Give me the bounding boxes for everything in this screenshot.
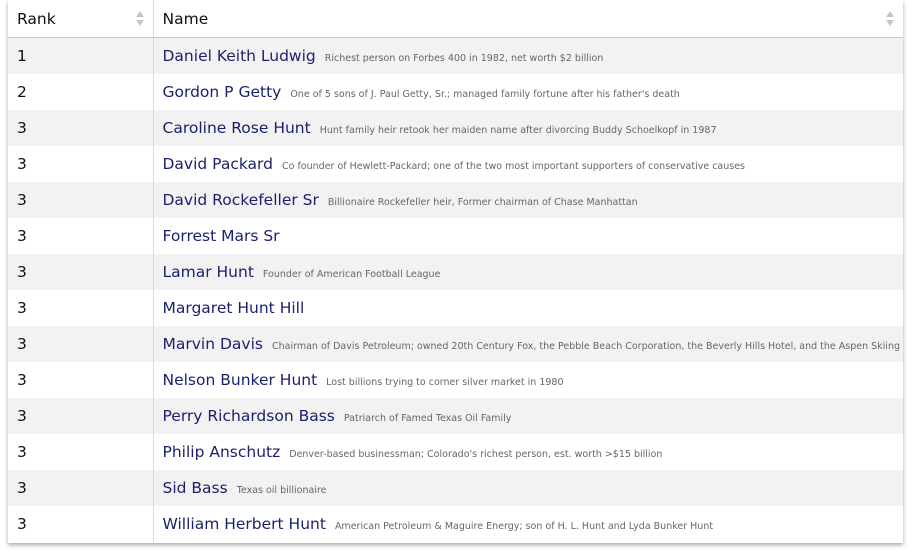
rank-cell: 3 — [8, 289, 154, 326]
rank-cell: 3 — [8, 181, 154, 218]
rank-cell: 3 — [8, 361, 154, 398]
name-cell: Lamar Hunt Founder of American Football L… — [153, 254, 903, 290]
rank-cell: 3 — [8, 469, 154, 506]
name-cell: David Packard Co founder of Hewlett-Packa… — [153, 146, 903, 182]
rank-cell: 1 — [8, 37, 154, 74]
person-name-link[interactable]: Caroline Rose Hunt — [163, 119, 311, 137]
name-column-header[interactable]: Name — [153, 0, 903, 38]
name-cell: Margaret Hunt Hill — [153, 290, 903, 326]
person-name-link[interactable]: Marvin Davis — [163, 335, 263, 353]
person-name-link[interactable]: Daniel Keith Ludwig — [163, 47, 316, 65]
name-cell: Daniel Keith Ludwig Richest person on For… — [153, 38, 903, 74]
person-description: One of 5 sons of J. Paul Getty, Sr.; man… — [290, 89, 680, 100]
rank-cell: 3 — [8, 217, 154, 254]
person-name-link[interactable]: Nelson Bunker Hunt — [163, 371, 318, 389]
sort-arrows-icon[interactable] — [886, 11, 894, 27]
person-name-link[interactable]: Forrest Mars Sr — [163, 227, 280, 245]
person-name-link[interactable]: William Herbert Hunt — [163, 515, 326, 533]
person-name-link[interactable]: Margaret Hunt Hill — [163, 299, 305, 317]
rank-header-label: Rank — [17, 9, 56, 28]
table-row: 3 Marvin Davis Chairman of Davis Petroleum… — [8, 325, 904, 362]
person-description: Richest person on Forbes 400 in 1982, ne… — [324, 53, 604, 65]
rank-cell: 3 — [8, 145, 154, 182]
rank-cell: 3 — [8, 505, 154, 542]
rank-cell: 3 — [8, 325, 154, 362]
name-cell: David Rockefeller Sr Billionaire Rockefel… — [153, 182, 903, 218]
name-cell: Sid Bass Texas oil billionaire — [153, 470, 903, 506]
person-name-link[interactable]: Perry Richardson Bass — [163, 407, 335, 425]
person-name-link[interactable]: David Rockefeller Sr — [163, 191, 319, 209]
sort-arrows-icon[interactable] — [135, 11, 144, 27]
name-cell: Perry Richardson Bass Patriarch of Famed … — [153, 398, 903, 434]
rank-cell: 3 — [8, 433, 154, 470]
table-row: 3 Lamar Hunt Founder of American Football … — [8, 253, 903, 290]
person-description: Patriarch of Famed Texas Oil Family — [343, 413, 512, 424]
person-description: Co founder of Hewlett-Packard; one of th… — [282, 161, 746, 172]
table-header: Rank Name — [8, 0, 903, 38]
table-row: 3 David Packard Co founder of Hewlett-Pack… — [8, 145, 903, 182]
table-row: 3 Sid Bass Texas oil billionaire — [8, 469, 903, 506]
table-row: 3 Perry Richardson Bass Patriarch of Famed… — [8, 397, 903, 434]
person-description: Chairman of Davis Petroleum; owned 20th … — [271, 341, 903, 352]
table-row: 3 Philip Anschutz Denver-based businessman… — [8, 433, 903, 470]
table-row: 3 Forrest Mars Sr — [8, 217, 903, 254]
table-row: 3 David Rockefeller Sr Billionaire Rockefe… — [8, 181, 903, 218]
name-cell: Marvin Davis Chairman of Davis Petroleum;… — [153, 326, 904, 362]
table-row: 3 William Herbert Hunt American Petroleum … — [8, 505, 903, 542]
rank-cell: 3 — [8, 253, 154, 290]
person-name-link[interactable]: David Packard — [163, 155, 274, 173]
table-row: 3 Margaret Hunt Hill — [8, 289, 903, 326]
name-header-label: Name — [162, 9, 209, 28]
rank-cell: 3 — [8, 397, 154, 434]
person-description: Hunt family heir retook her maiden name … — [319, 125, 717, 136]
table-row: 3 Caroline Rose Hunt Hunt family heir reto… — [8, 109, 903, 146]
ranking-table: Rank Name 1 Daniel Keith Ludwig Richest pe… — [8, 0, 903, 542]
ranking-table-container: Rank Name 1 Daniel Keith Ludwig Richest pe… — [8, 0, 903, 543]
name-cell: Caroline Rose Hunt Hunt family heir retoo… — [153, 110, 903, 146]
name-cell: Gordon P Getty One of 5 sons of J. Paul G… — [153, 74, 903, 110]
table-row: 2 Gordon P Getty One of 5 sons of J. Paul … — [8, 73, 903, 110]
name-cell: Forrest Mars Sr — [153, 218, 903, 254]
rank-cell: 3 — [8, 109, 154, 146]
person-description: Lost billions trying to corner silver ma… — [326, 377, 564, 388]
person-description: Billionaire Rockefeller heir, Former cha… — [327, 197, 638, 208]
person-description: Texas oil billionaire — [236, 485, 327, 496]
name-cell: Philip Anschutz Denver-based businessman;… — [153, 434, 903, 470]
person-name-link[interactable]: Philip Anschutz — [163, 443, 281, 461]
name-cell: Nelson Bunker Hunt Lost billions trying t… — [153, 362, 903, 398]
rank-cell: 2 — [8, 73, 154, 110]
table-row: 3 Nelson Bunker Hunt Lost billions trying … — [8, 361, 903, 398]
person-name-link[interactable]: Lamar Hunt — [163, 263, 254, 281]
rank-column-header[interactable]: Rank — [8, 0, 154, 38]
table-body: 1 Daniel Keith Ludwig Richest person on Fo… — [8, 37, 904, 542]
person-name-link[interactable]: Sid Bass — [163, 479, 228, 497]
person-description: American Petroleum & Maguire Energy; son… — [334, 521, 714, 532]
person-description: Founder of American Football League — [262, 269, 441, 280]
table-row: 1 Daniel Keith Ludwig Richest person on Fo… — [8, 37, 903, 74]
name-cell: William Herbert Hunt American Petroleum &… — [153, 506, 903, 542]
person-description: Denver-based businessman; Colorado's ric… — [289, 449, 663, 460]
person-name-link[interactable]: Gordon P Getty — [163, 83, 282, 101]
